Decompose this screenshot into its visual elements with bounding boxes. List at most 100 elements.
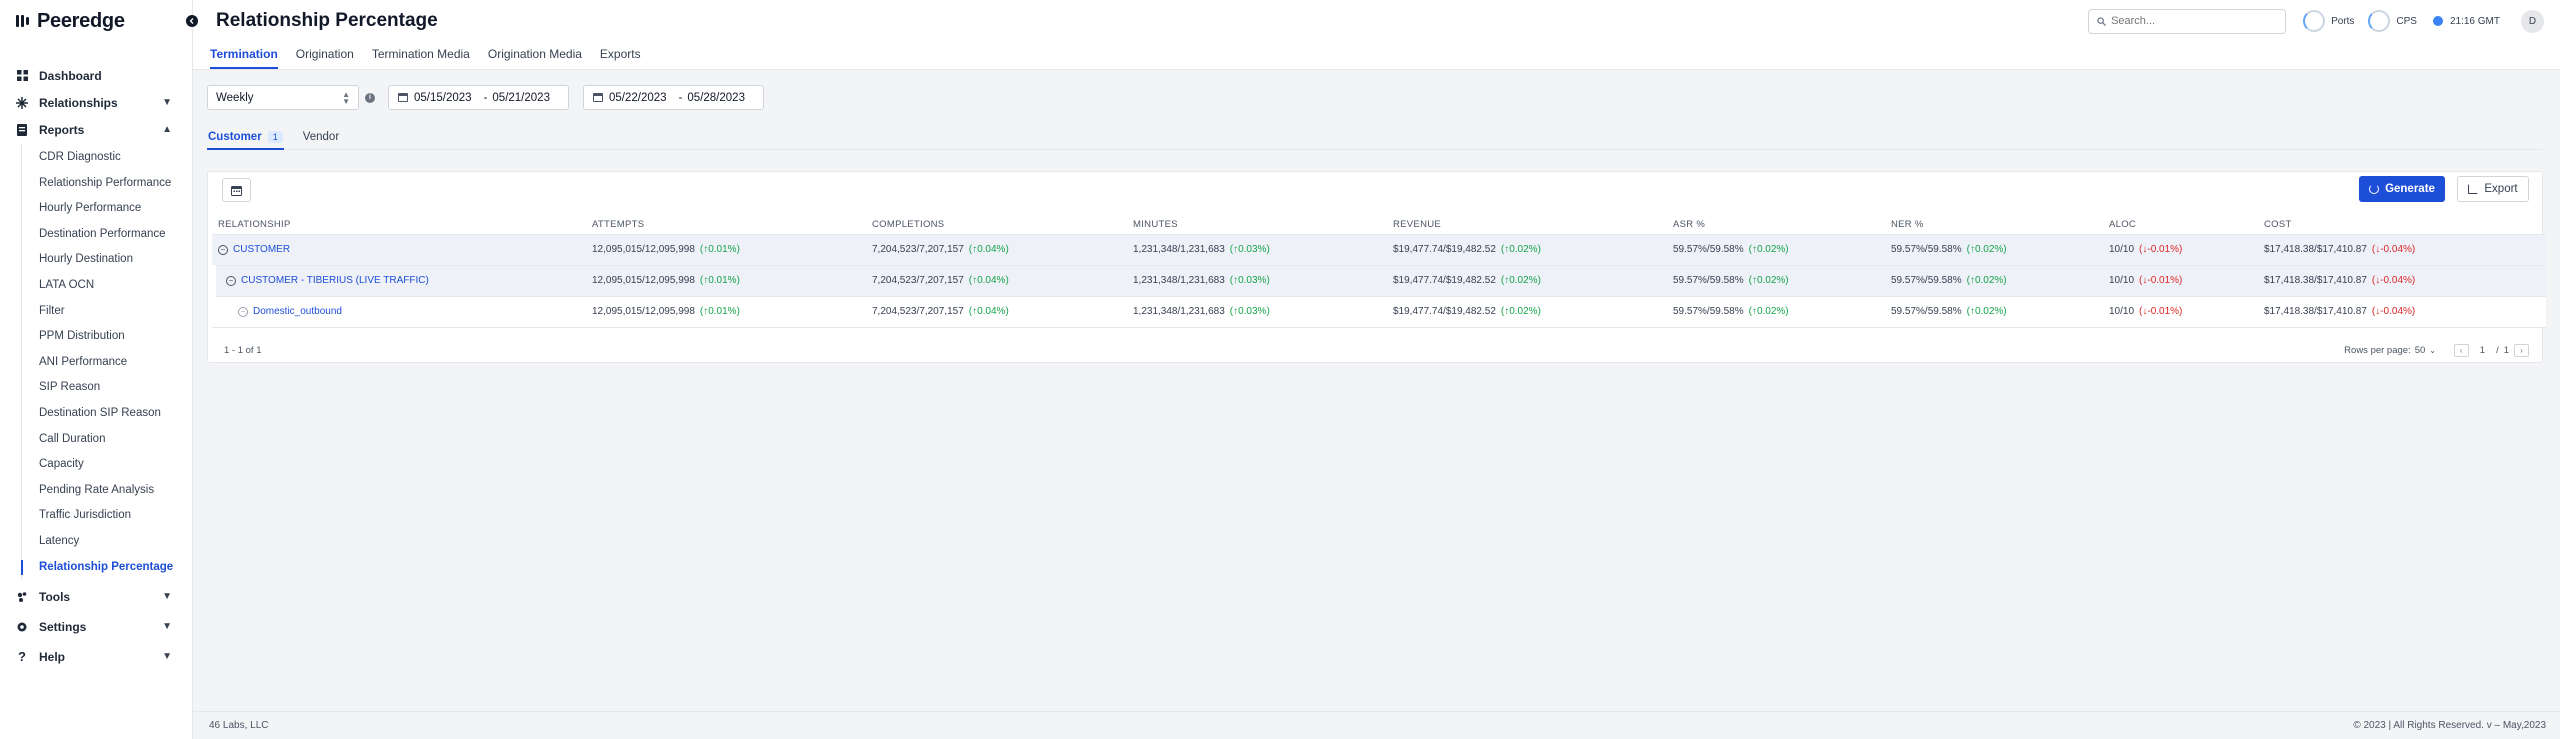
sidebar-subitem[interactable]: Hourly Performance — [22, 196, 192, 222]
app-logo[interactable]: Peeredge — [0, 0, 192, 42]
chevron-down-icon: ⌄ — [2429, 345, 2436, 355]
reports-submenu: CDR Diagnostic Relationship Performance Ho… — [21, 143, 192, 581]
completions-value: 7,204,523/7,207,157 — [872, 275, 964, 286]
tab-origination-media[interactable]: Origination Media — [488, 47, 582, 69]
header-right: Ports CPS 21:16 GMT D — [2088, 0, 2560, 42]
tab-vendor[interactable]: Vendor — [302, 128, 340, 150]
tab-origination[interactable]: Origination — [296, 47, 354, 69]
completions-delta: (↑0.04%) — [968, 306, 1009, 317]
sidebar-item-dashboard[interactable]: Dashboard — [0, 62, 192, 89]
sidebar-subitem[interactable]: Hourly Destination — [22, 247, 192, 273]
table-row[interactable]: − Domestic_outbound 12,095,015/12,095,998 (… — [212, 296, 2546, 328]
calendar-view-button[interactable] — [222, 178, 251, 202]
date-range-2[interactable]: 05/22/2023 - 05/28/2023 — [583, 85, 764, 110]
aloc-cell: 10/10 (↓-0.01%) — [2103, 234, 2258, 266]
tab-exports[interactable]: Exports — [600, 47, 641, 69]
relationship-name[interactable]: CUSTOMER - TIBERIUS (LIVE TRAFFIC) — [241, 275, 429, 286]
rows-per-page-label: Rows per page: — [2344, 344, 2411, 356]
tab-termination-media[interactable]: Termination Media — [372, 47, 470, 69]
range1-start: 05/15/2023 — [414, 91, 472, 104]
sidebar-item-relationships[interactable]: Relationships ▼ — [0, 89, 192, 116]
column-header[interactable]: ASR % — [1667, 216, 1885, 235]
minutes-cell: 1,231,348/1,231,683 (↑0.03%) — [1127, 234, 1387, 266]
asr-delta: (↑0.02%) — [1748, 244, 1789, 255]
sidebar-item-settings[interactable]: Settings ▼ — [0, 613, 192, 640]
report-tabs: Termination Origination Termination Media O… — [193, 42, 2560, 70]
minutes-value: 1,231,348/1,231,683 — [1133, 244, 1225, 255]
column-header[interactable]: ALOC — [2103, 216, 2258, 235]
sidebar-subitem[interactable]: SIP Reason — [22, 375, 192, 401]
revenue-delta: (↑0.02%) — [1500, 275, 1541, 286]
column-header[interactable]: COST — [2258, 216, 2546, 235]
tab-customer[interactable]: Customer 1 — [207, 128, 284, 150]
tab-termination[interactable]: Termination — [210, 47, 278, 69]
sidebar-subitem[interactable]: Destination Performance — [22, 222, 192, 248]
asr-cell: 59.57%/59.58% (↑0.02%) — [1667, 296, 1885, 328]
relationship-name[interactable]: Domestic_outbound — [253, 306, 342, 317]
collapse-toggle-icon[interactable]: − — [238, 306, 248, 317]
sidebar-item-reports[interactable]: Reports ▲ — [0, 116, 192, 143]
info-icon[interactable]: i — [365, 92, 375, 103]
column-header[interactable]: ATTEMPTS — [586, 216, 866, 235]
sidebar-subitem[interactable]: Call Duration — [22, 427, 192, 453]
search-box[interactable] — [2088, 8, 2287, 34]
sidebar-subitem[interactable]: Relationship Percentage — [21, 555, 192, 581]
column-header[interactable]: MINUTES — [1127, 216, 1387, 235]
page-current: 1 — [2479, 344, 2486, 356]
cost-value: $17,418.38/$17,410.87 — [2264, 275, 2367, 286]
attempts-delta: (↑0.01%) — [699, 275, 740, 286]
avatar[interactable]: D — [2521, 9, 2544, 33]
sidebar-subitem[interactable]: Filter — [22, 299, 192, 325]
cost-cell: $17,418.38/$17,410.87 (↓-0.04%) — [2258, 234, 2546, 266]
sidebar-item-label: Tools — [39, 589, 71, 604]
relationship-cell: − CUSTOMER — [212, 234, 586, 266]
sidebar-subitem[interactable]: Relationship Performance — [22, 171, 192, 197]
sidebar-subitem[interactable]: Pending Rate Analysis — [22, 478, 192, 504]
collapse-toggle-icon[interactable]: − — [218, 244, 228, 255]
table-footer: 1 - 1 of 1 Rows per page: 50 ⌄ ‹ 1 / 1 › — [208, 338, 2542, 362]
sidebar-item-help[interactable]: ? Help ▼ — [0, 643, 192, 670]
period-select[interactable]: Weekly ▲ ▼ — [207, 85, 359, 110]
prev-page-button[interactable]: ‹ — [2453, 343, 2469, 357]
sidebar-subitem[interactable]: Capacity — [22, 452, 192, 478]
revenue-value: $19,477.74/$19,482.52 — [1393, 244, 1496, 255]
ner-value: 59.57%/59.58% — [1891, 275, 1962, 286]
sidebar-subitem[interactable]: PPM Distribution — [22, 324, 192, 350]
calendar-icon — [398, 93, 408, 102]
export-button[interactable]: Export — [2457, 176, 2529, 202]
column-header[interactable]: REVENUE — [1387, 216, 1667, 235]
generate-button[interactable]: Generate — [2359, 176, 2445, 202]
filters-row: Weekly ▲ ▼ i 05/15/2023 - 05/21/2023 05/2… — [207, 85, 764, 110]
chevron-down-icon: ▼ — [162, 97, 172, 108]
sidebar-subitem[interactable]: Traffic Jurisdiction — [22, 503, 192, 529]
table-row[interactable]: − CUSTOMER 12,095,015/12,095,998 (↑0.01%) 7,… — [212, 234, 2546, 266]
relationship-name[interactable]: CUSTOMER — [233, 244, 290, 255]
collapse-toggle-icon[interactable]: − — [226, 275, 236, 286]
date-range-1[interactable]: 05/15/2023 - 05/21/2023 — [388, 85, 569, 110]
page-total: 1 — [2503, 344, 2509, 356]
page-footer: 46 Labs, LLC © 2023 | All Rights Reserve… — [193, 711, 2560, 739]
table-row[interactable]: − CUSTOMER - TIBERIUS (LIVE TRAFFIC) 12,09… — [208, 265, 2546, 297]
column-header[interactable]: RELATIONSHIP — [212, 216, 586, 235]
sidebar-subitem[interactable]: CDR Diagnostic — [22, 145, 192, 171]
revenue-cell: $19,477.74/$19,482.52 (↑0.02%) — [1387, 296, 1667, 328]
next-page-button[interactable]: › — [2514, 343, 2529, 357]
ports-metric[interactable]: Ports — [2303, 10, 2354, 32]
attempts-delta: (↑0.01%) — [699, 244, 740, 255]
gear-icon — [16, 621, 28, 633]
sidebar-subitem[interactable]: Latency — [22, 529, 192, 555]
sidebar-item-tools[interactable]: Tools ▼ — [0, 583, 192, 610]
sidebar-subitem[interactable]: Destination SIP Reason — [22, 401, 192, 427]
rows-per-page[interactable]: Rows per page: 50 ⌄ — [2344, 345, 2436, 356]
ner-delta: (↑0.02%) — [1966, 275, 2007, 286]
sidebar-subitem[interactable]: LATA OCN — [22, 273, 192, 299]
sidebar-subitem[interactable]: ANI Performance — [22, 350, 192, 376]
cps-metric[interactable]: CPS — [2368, 10, 2417, 32]
column-header[interactable]: NER % — [1885, 216, 2103, 235]
clock-time: 21:16 GMT — [2449, 15, 2500, 27]
ner-value: 59.57%/59.58% — [1891, 244, 1962, 255]
back-button[interactable] — [186, 15, 198, 27]
asr-cell: 59.57%/59.58% (↑0.02%) — [1667, 234, 1885, 266]
search-input[interactable] — [2111, 15, 2272, 27]
column-header[interactable]: COMPLETIONS — [866, 216, 1127, 235]
